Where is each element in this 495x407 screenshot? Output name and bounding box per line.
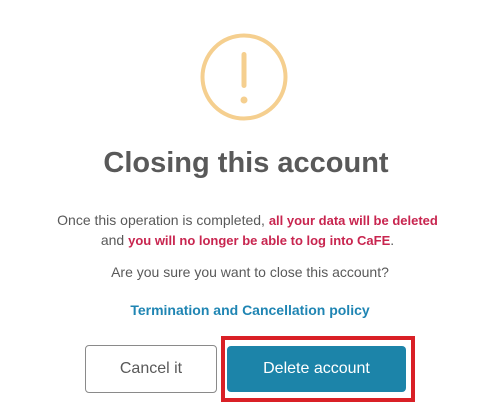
close-account-dialog: Closing this account Once this operation… <box>0 0 495 407</box>
termination-policy-link[interactable]: Termination and Cancellation policy <box>0 302 495 318</box>
warning-message-line-1: Once this operation is completed, all yo… <box>0 211 495 230</box>
message-text: . <box>390 232 395 248</box>
data-deleted-warning: all your data will be deleted <box>268 213 438 228</box>
delete-account-button[interactable]: Delete account <box>227 346 406 392</box>
login-disabled-warning: you will no longer be able to log into C… <box>128 233 391 248</box>
warning-message-line-2: and you will no longer be able to log in… <box>0 231 495 250</box>
cancel-button[interactable]: Cancel it <box>85 345 217 393</box>
message-text: and <box>100 232 129 248</box>
message-text: Once this operation is completed, <box>57 212 269 228</box>
warning-icon <box>200 33 288 121</box>
dialog-title: Closing this account <box>103 147 389 179</box>
confirmation-question: Are you sure you want to close this acco… <box>111 264 389 280</box>
